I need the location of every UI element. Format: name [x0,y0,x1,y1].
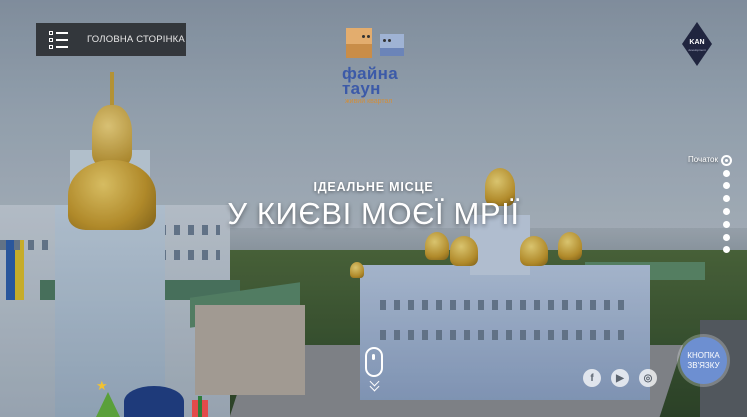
scroll-down-mouse-icon[interactable] [365,347,383,377]
hamburger-menu-icon [49,30,71,49]
kan-logo-subtext: development [688,48,706,52]
youtube-icon[interactable]: ▶ [611,369,629,387]
section-nav-dot-8[interactable] [723,246,730,253]
facebook-icon[interactable]: f [583,369,601,387]
section-nav-dot-2[interactable] [723,170,730,177]
star-icon: ★ [96,378,108,393]
contact-button-line2: ЗВ'ЯЗКУ [687,360,720,370]
section-nav-dot-4[interactable] [723,195,730,202]
section-nav-dot-7[interactable] [723,234,730,241]
hero-tagline: ІДЕАЛЬНЕ МІСЦЕ [313,180,434,194]
holiday-decoration: ★ [96,378,236,417]
kan-development-logo[interactable]: KAN development [682,22,712,66]
kan-logo-text: KAN [689,39,705,46]
home-menu-button[interactable]: ГОЛОВНА СТОРІНКА [36,23,186,56]
section-nav-active-label: Початок [688,155,718,164]
christmas-tree-icon [96,392,120,417]
faina-town-logo[interactable]: файна таун живий квартал [338,26,414,108]
logo-word-taun: таун [342,79,381,98]
contact-button[interactable]: КНОПКА ЗВ'ЯЗКУ [680,337,727,384]
hat-icon [124,386,184,417]
section-nav-dot-3[interactable] [723,182,730,189]
section-nav-dot-6[interactable] [723,221,730,228]
instagram-icon[interactable]: ◎ [639,369,657,387]
logo-subtitle: живий квартал [345,98,393,105]
hero-headline: У КИЄВІ МОЄЇ МРІЇ [227,196,520,231]
section-nav-dot-1[interactable] [721,155,732,166]
contact-button-line1: КНОПКА [687,351,720,361]
home-button-label: ГОЛОВНА СТОРІНКА [87,34,185,45]
section-nav-dot-5[interactable] [723,208,730,215]
chevron-down-icon [368,386,380,392]
